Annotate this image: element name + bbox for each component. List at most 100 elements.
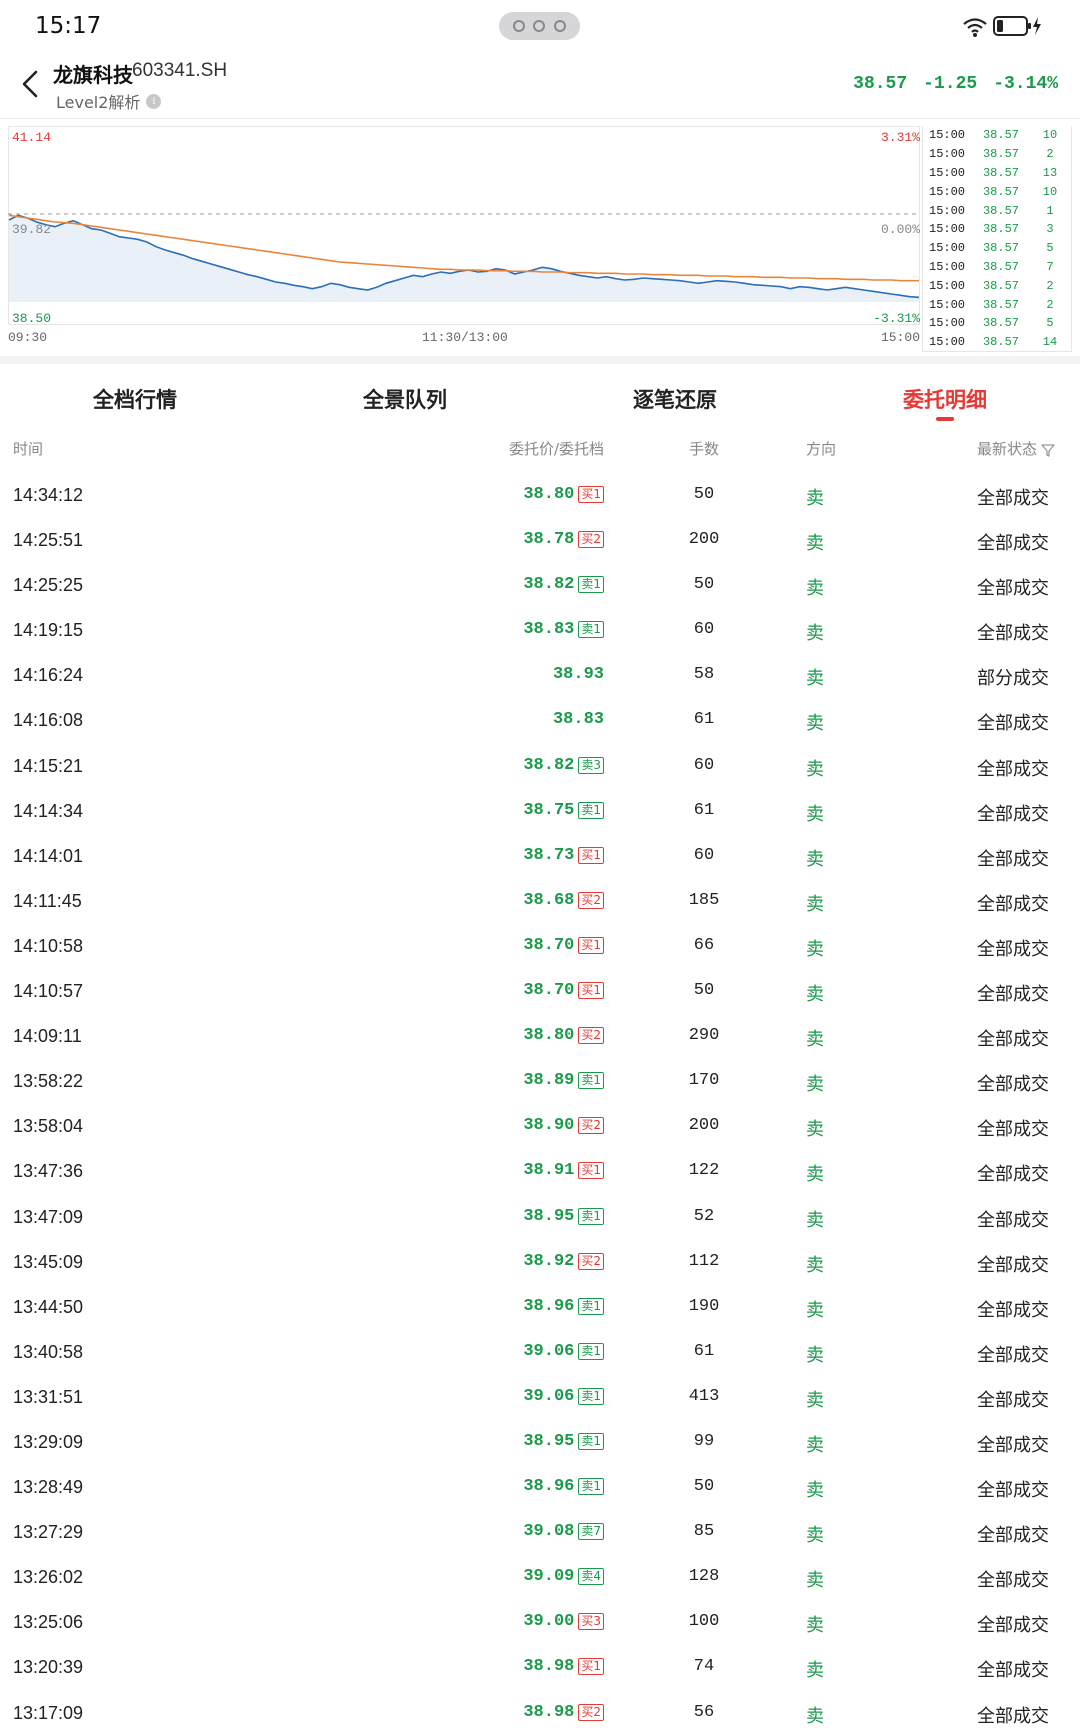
- window-controls-pill[interactable]: [499, 12, 580, 40]
- table-row[interactable]: 14:25:51 38.78 买2 200 卖 全部成交: [0, 517, 1080, 562]
- row-direction: 卖: [806, 1660, 824, 1682]
- row-direction: 卖: [806, 1570, 824, 1592]
- back-arrow-icon[interactable]: [20, 68, 42, 100]
- row-status: 全部成交: [977, 1525, 1049, 1547]
- row-price: 38.98: [523, 1702, 575, 1722]
- row-status: 全部成交: [977, 578, 1049, 600]
- table-row[interactable]: 14:16:08 38.83 61 卖 全部成交: [0, 697, 1080, 742]
- row-level-badge: 买2: [578, 1027, 604, 1045]
- row-price: 38.80: [523, 485, 575, 504]
- row-qty: 170: [688, 1071, 720, 1091]
- row-level-badge: 买1: [578, 982, 604, 1000]
- tick-list[interactable]: 15:00 38.57 10 15:00 38.57 2 15:00 38.57 13 15:00…: [922, 126, 1072, 352]
- row-level-badge: 买1: [578, 936, 604, 954]
- table-row[interactable]: 14:19:15 38.83 卖1 60 卖 全部成交: [0, 607, 1080, 652]
- table-row[interactable]: 14:11:45 38.68 买2 185 卖 全部成交: [0, 878, 1080, 923]
- table-row[interactable]: 14:15:21 38.82 卖3 60 卖 全部成交: [0, 743, 1080, 788]
- table-row[interactable]: 14:14:01 38.73 买1 60 卖 全部成交: [0, 833, 1080, 878]
- col-status-filter[interactable]: 最新状态: [977, 438, 1055, 459]
- row-qty: 60: [693, 620, 715, 640]
- row-price: 39.09: [523, 1567, 575, 1587]
- tick-row: 15:00 38.57 3: [923, 220, 1071, 239]
- tick-row: 15:00 38.57 2: [923, 295, 1071, 314]
- row-price-cell: 38.96 卖1: [523, 1477, 604, 1496]
- tab-tick-restore[interactable]: 逐笔还原: [540, 364, 810, 428]
- header-divider: [0, 118, 1080, 119]
- row-price-cell: 38.98 买1: [523, 1657, 604, 1676]
- row-time: 13:17:09: [13, 1702, 84, 1723]
- row-status: 全部成交: [977, 1434, 1049, 1456]
- wifi-icon: [963, 18, 987, 37]
- row-qty: 74: [693, 1657, 715, 1677]
- col-qty: 手数: [688, 440, 719, 458]
- row-price: 38.98: [523, 1657, 575, 1677]
- table-row[interactable]: 13:45:09 38.92 买2 112 卖 全部成交: [0, 1239, 1080, 1284]
- level2-label[interactable]: Level2解析 i: [56, 89, 162, 113]
- row-direction: 卖: [806, 578, 824, 600]
- table-row[interactable]: 13:31:51 39.06 卖1 413 卖 全部成交: [0, 1374, 1080, 1419]
- tab-full-depth[interactable]: 全档行情: [0, 364, 270, 428]
- row-level-badge: 卖1: [578, 1342, 604, 1360]
- table-row[interactable]: 13:20:39 38.98 买1 74 卖 全部成交: [0, 1644, 1080, 1689]
- table-row[interactable]: 14:10:57 38.70 买1 50 卖 全部成交: [0, 968, 1080, 1013]
- row-status: 全部成交: [977, 758, 1049, 780]
- table-row[interactable]: 13:40:58 39.06 卖1 61 卖 全部成交: [0, 1329, 1080, 1374]
- chart-label-bottom-right: -3.31%: [873, 311, 920, 326]
- tab-full-queue[interactable]: 全景队列: [270, 364, 540, 428]
- row-direction: 卖: [806, 668, 824, 690]
- tick-row: 15:00 38.57 13: [923, 164, 1071, 183]
- row-level-badge: 买2: [578, 1252, 604, 1270]
- table-row[interactable]: 13:47:09 38.95 卖1 52 卖 全部成交: [0, 1194, 1080, 1239]
- table-row[interactable]: 13:28:49 38.96 卖1 50 卖 全部成交: [0, 1464, 1080, 1509]
- row-qty: 61: [693, 800, 715, 820]
- table-row[interactable]: 13:58:04 38.90 买2 200 卖 全部成交: [0, 1103, 1080, 1148]
- filter-icon[interactable]: [1041, 443, 1055, 457]
- row-time: 13:58:22: [13, 1071, 84, 1092]
- tick-time: 15:00: [929, 297, 966, 312]
- row-qty: 50: [693, 981, 715, 1001]
- row-price: 38.82: [523, 755, 575, 775]
- tick-row: 15:00 38.57 1: [923, 201, 1071, 220]
- table-row[interactable]: 14:10:58 38.70 买1 66 卖 全部成交: [0, 923, 1080, 968]
- tick-row: 15:00 38.57 10: [923, 126, 1071, 145]
- row-time: 14:09:11: [13, 1026, 82, 1047]
- row-price: 38.83: [523, 620, 575, 640]
- table-row[interactable]: 14:16:24 38.93 58 卖 部分成交: [0, 652, 1080, 697]
- table-row[interactable]: 13:17:09 38.98 买2 56 卖 全部成交: [0, 1690, 1080, 1728]
- intraday-chart[interactable]: 41.14 3.31% 39.82 0.00% 38.50 -3.31% 09:…: [8, 126, 920, 351]
- row-price: 38.96: [523, 1477, 575, 1497]
- row-qty: 122: [688, 1161, 720, 1181]
- row-price-cell: 38.70 买1: [523, 981, 604, 1000]
- row-qty: 58: [693, 665, 715, 685]
- row-time: 13:45:09: [13, 1251, 84, 1272]
- table-row[interactable]: 14:34:12 38.80 买1 50 卖 全部成交: [0, 472, 1080, 517]
- row-status: 全部成交: [977, 1299, 1049, 1321]
- table-row[interactable]: 13:29:09 38.95 卖1 99 卖 全部成交: [0, 1419, 1080, 1464]
- row-level-badge: 卖1: [578, 621, 604, 639]
- col-time: 时间: [13, 440, 44, 458]
- table-row[interactable]: 14:25:25 38.82 卖1 50 卖 全部成交: [0, 562, 1080, 607]
- table-row[interactable]: 13:27:29 39.08 卖7 85 卖 全部成交: [0, 1509, 1080, 1554]
- row-price-cell: 38.98 买2: [523, 1703, 604, 1722]
- info-icon[interactable]: i: [146, 93, 162, 109]
- table-row[interactable]: 14:14:34 38.75 卖1 61 卖 全部成交: [0, 788, 1080, 833]
- row-qty: 185: [688, 890, 720, 910]
- table-row[interactable]: 13:47:36 38.91 买1 122 卖 全部成交: [0, 1148, 1080, 1193]
- table-row[interactable]: 13:26:02 39.09 卖4 128 卖 全部成交: [0, 1554, 1080, 1599]
- table-row[interactable]: 13:25:06 39.00 买3 100 卖 全部成交: [0, 1599, 1080, 1644]
- row-price: 38.90: [523, 1116, 575, 1136]
- order-detail-list[interactable]: 14:34:12 38.80 买1 50 卖全部成交 14:25:51 38.78 买2 200…: [0, 472, 1080, 1728]
- tab-order-detail[interactable]: 委托明细: [810, 364, 1080, 428]
- tick-volume: 5: [1046, 241, 1054, 256]
- tick-time: 15:00: [929, 316, 966, 331]
- row-time: 13:20:39: [13, 1657, 84, 1678]
- row-price: 38.83: [552, 710, 604, 730]
- row-time: 13:47:36: [13, 1161, 84, 1182]
- table-row[interactable]: 14:09:11 38.80 买2 290 卖 全部成交: [0, 1013, 1080, 1058]
- table-row[interactable]: 13:58:22 38.89 卖1 170 卖 全部成交: [0, 1058, 1080, 1103]
- row-direction: 卖: [806, 758, 824, 780]
- row-time: 14:10:58: [13, 935, 84, 956]
- table-row[interactable]: 13:44:50 38.96 卖1 190 卖 全部成交: [0, 1284, 1080, 1329]
- row-price: 38.95: [523, 1206, 575, 1226]
- tick-price: 38.57: [982, 147, 1019, 162]
